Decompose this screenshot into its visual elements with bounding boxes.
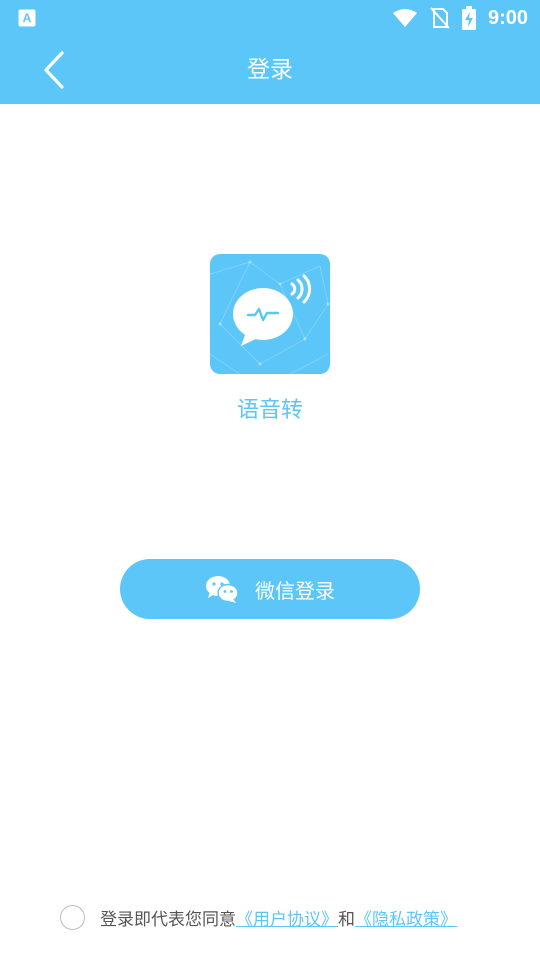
app-bar: 登录: [0, 36, 540, 104]
speech-bubble-waveform-icon: [210, 260, 330, 374]
app-name: 语音转: [236, 398, 303, 423]
agreement-conjunction: 和: [338, 909, 355, 930]
user-agreement-link[interactable]: 《用户协议》: [236, 905, 338, 930]
wechat-icon: [206, 576, 239, 603]
app-logo: [210, 254, 330, 374]
wechat-login-label: 微信登录: [255, 578, 335, 603]
status-bar: A 9:00: [0, 0, 540, 36]
agreement-prefix: 登录即代表您同意: [100, 909, 236, 930]
wechat-login-button[interactable]: 微信登录: [120, 559, 420, 619]
agreement-row: 登录即代表您同意 《用户协议》 和 《隐私政策》: [60, 904, 457, 930]
page-title: 登录: [247, 57, 293, 83]
status-time: 9:00: [487, 6, 528, 29]
no-sim-icon: [430, 7, 450, 29]
svg-text:A: A: [23, 11, 32, 25]
agreement-checkbox[interactable]: [60, 904, 85, 930]
privacy-policy-link[interactable]: 《隐私政策》: [355, 905, 457, 930]
status-icons: 9:00: [392, 5, 528, 31]
wifi-icon: [392, 9, 417, 27]
chevron-left-icon: [44, 51, 64, 89]
back-button[interactable]: [30, 46, 78, 94]
battery-charging-icon: [461, 6, 476, 30]
app-notification-icon: A: [18, 9, 36, 27]
